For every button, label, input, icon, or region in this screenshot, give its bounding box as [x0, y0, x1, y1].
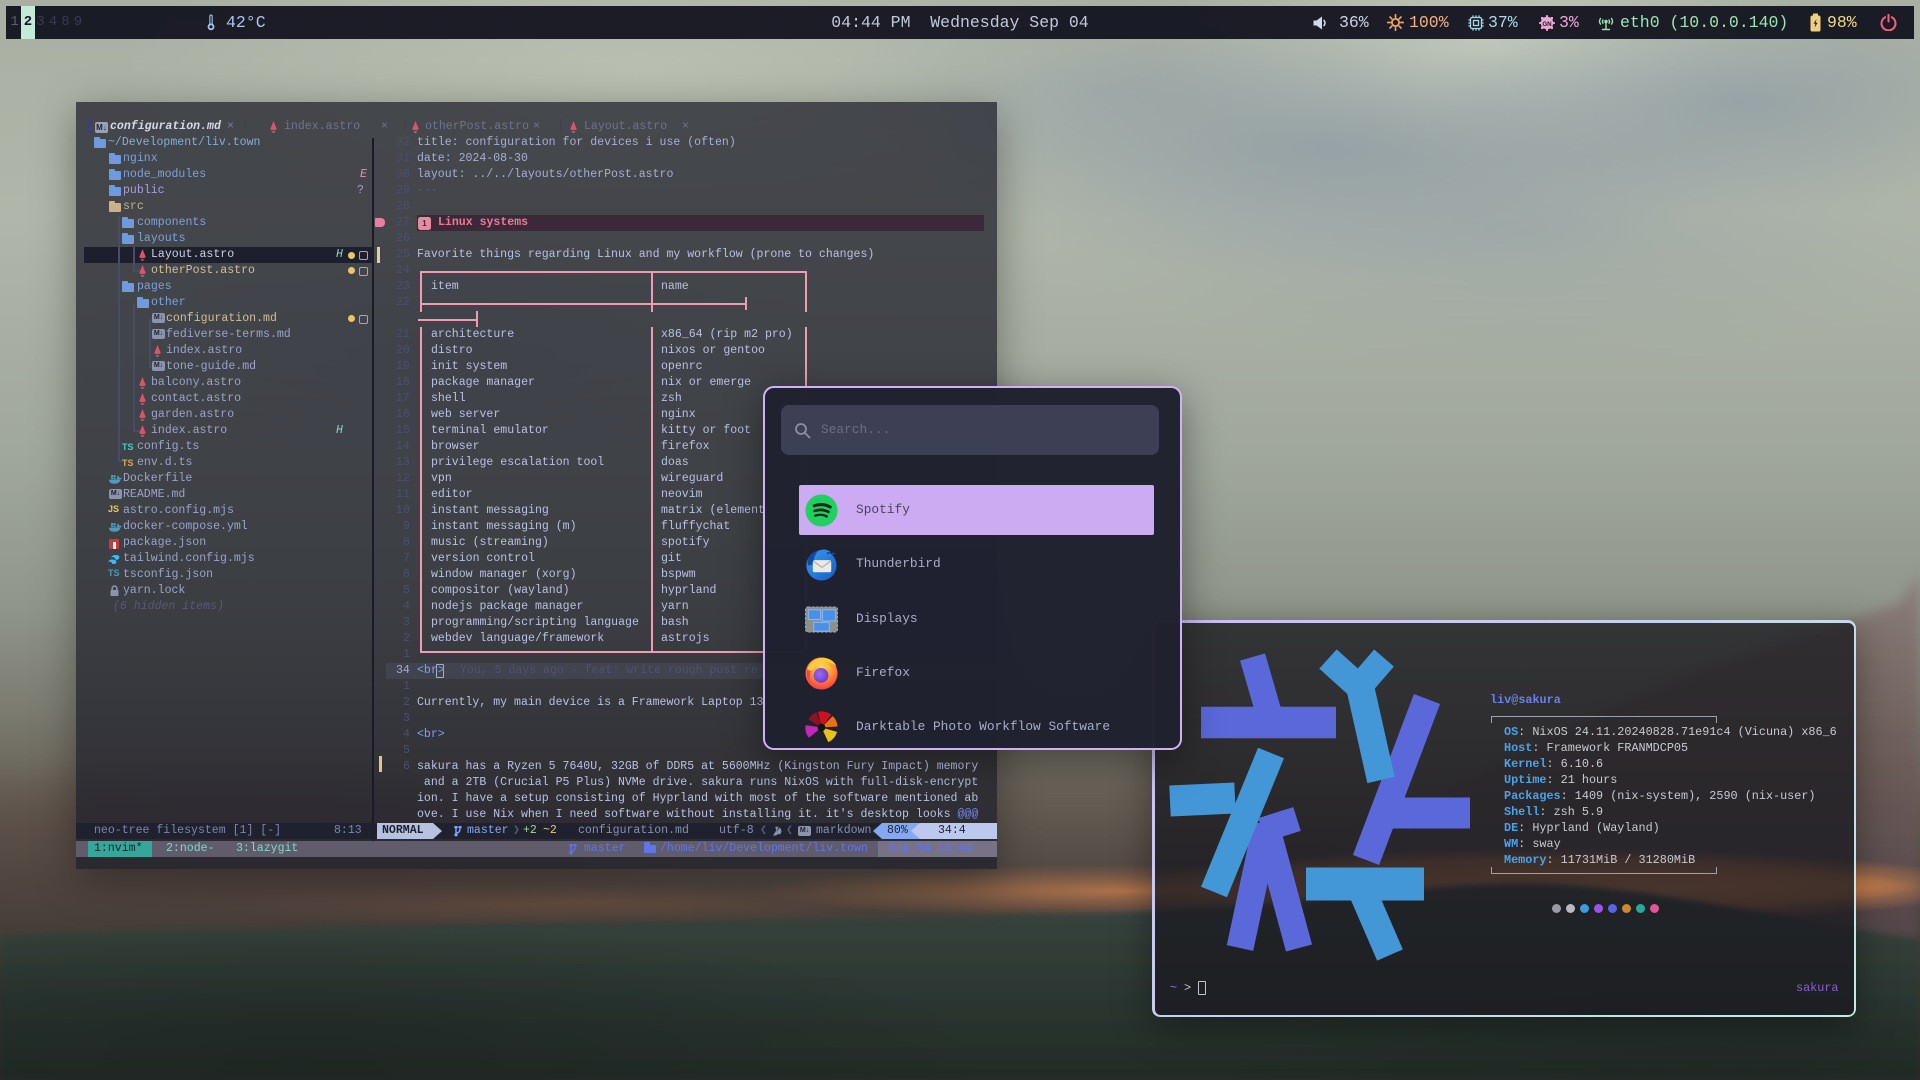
svg-text:GN: GN	[1542, 20, 1552, 27]
